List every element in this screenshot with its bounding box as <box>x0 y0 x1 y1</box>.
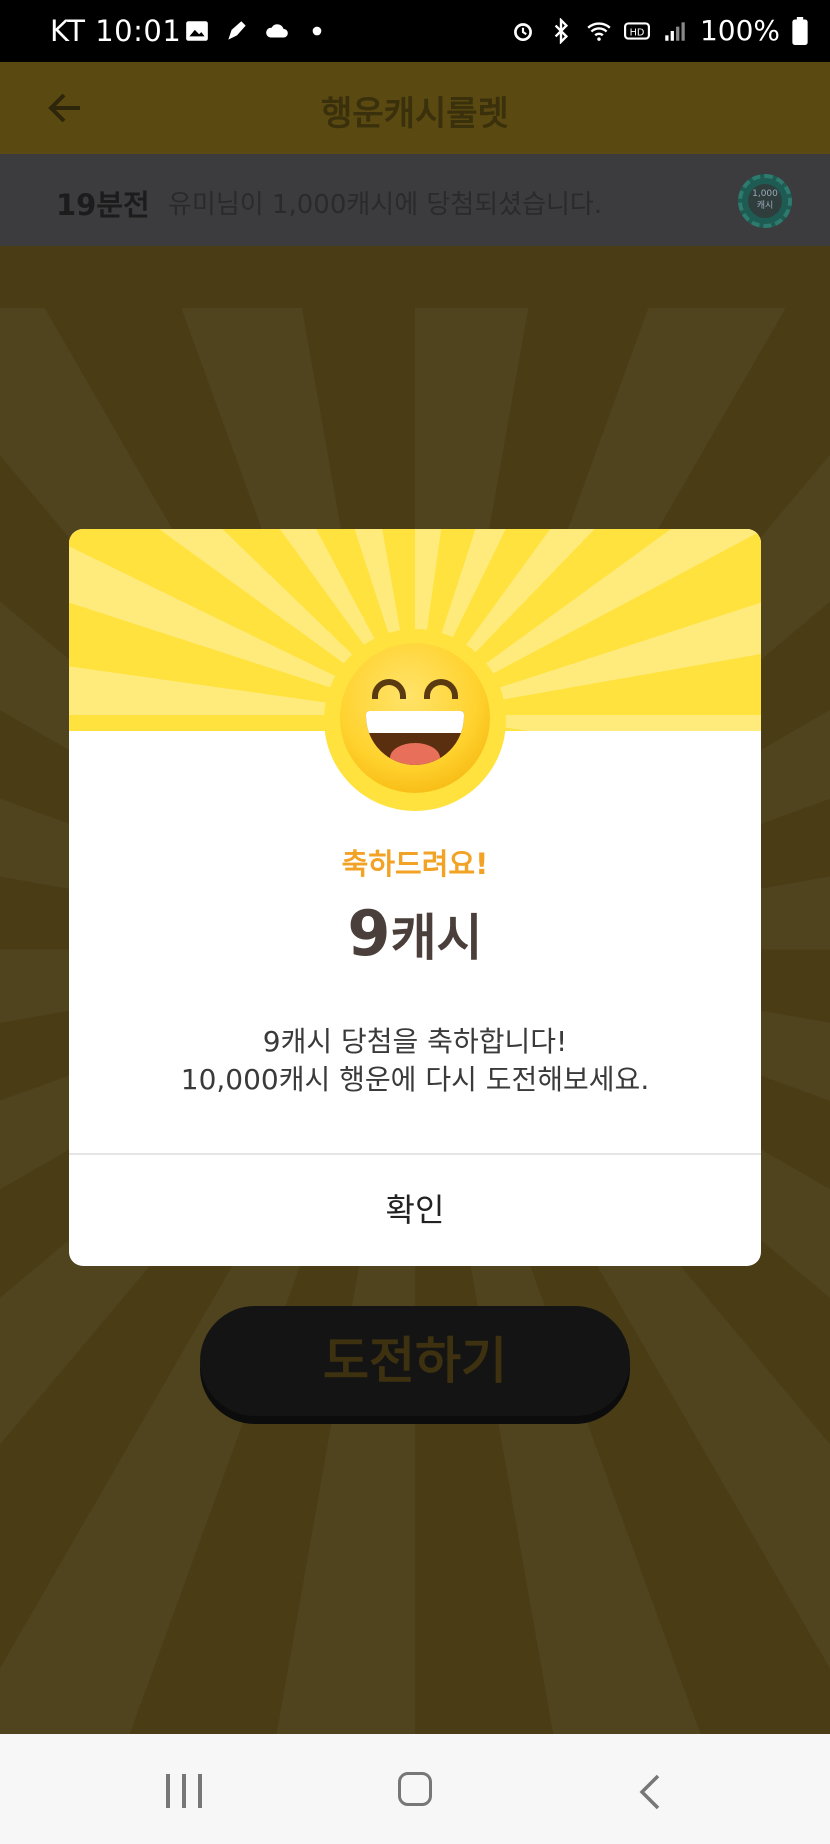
cash-chip-icon: 1,000 캐시 <box>738 174 792 228</box>
cloud-icon <box>266 24 288 38</box>
prize-amount: 9캐시 <box>69 897 761 970</box>
clock-label: 10:01 <box>95 14 182 48</box>
home-icon[interactable] <box>398 1772 432 1806</box>
signal-icon <box>665 21 685 41</box>
wifi-icon <box>587 21 611 41</box>
hd-icon: HD <box>623 21 650 40</box>
ticker-time: 19분전 <box>56 188 150 222</box>
grinning-face-icon <box>340 643 490 793</box>
carrier-label: KT <box>50 14 86 48</box>
back-icon[interactable] <box>638 1772 662 1812</box>
description-line-2: 10,000캐시 행운에 다시 도전해보세요. <box>180 1063 650 1096</box>
system-nav-bar <box>0 1734 830 1844</box>
carrier-time: KT 10:01 <box>50 14 181 48</box>
emoji-badge <box>324 629 506 811</box>
challenge-button-label: 도전하기 <box>323 1332 507 1390</box>
pen-icon <box>228 21 246 40</box>
gallery-icon <box>186 21 208 41</box>
dot-icon <box>312 26 322 36</box>
page-title: 행운캐시룰렛 <box>321 94 509 134</box>
challenge-button[interactable]: 도전하기 <box>200 1306 630 1416</box>
prize-number: 9 <box>347 897 391 970</box>
status-bar: KT 10:01 HD 100% <box>0 0 830 62</box>
system-indicators: HD 100% <box>510 14 808 47</box>
chip-sub: 캐시 <box>756 201 774 211</box>
chip-label: 1,000 <box>752 189 778 199</box>
prize-unit: 캐시 <box>390 909 483 967</box>
winner-ticker: 19분전 유미님이 1,000캐시에 당첨되셨습니다. 1,000 캐시 <box>0 154 830 246</box>
dialog-description: 9캐시 당첨을 축하합니다! 10,000캐시 행운에 다시 도전해보세요. <box>69 1023 761 1099</box>
battery-icon <box>792 16 808 45</box>
battery-percent: 100% <box>699 14 780 47</box>
ticker-message: 유미님이 1,000캐시에 당첨되셨습니다. <box>168 190 603 220</box>
notification-icons <box>184 18 330 44</box>
bluetooth-icon <box>554 17 569 44</box>
confirm-button[interactable]: 확인 <box>69 1155 761 1266</box>
app-header: 행운캐시룰렛 <box>0 62 830 154</box>
congrats-dialog: 축하드려요! 9캐시 9캐시 당첨을 축하합니다! 10,000캐시 행운에 다… <box>69 529 761 1266</box>
alarm-icon <box>514 22 532 41</box>
description-line-1: 9캐시 당첨을 축하합니다! <box>262 1025 568 1058</box>
dialog-title: 축하드려요! <box>341 847 489 881</box>
recents-icon[interactable] <box>166 1774 202 1808</box>
svg-text:HD: HD <box>630 27 645 38</box>
